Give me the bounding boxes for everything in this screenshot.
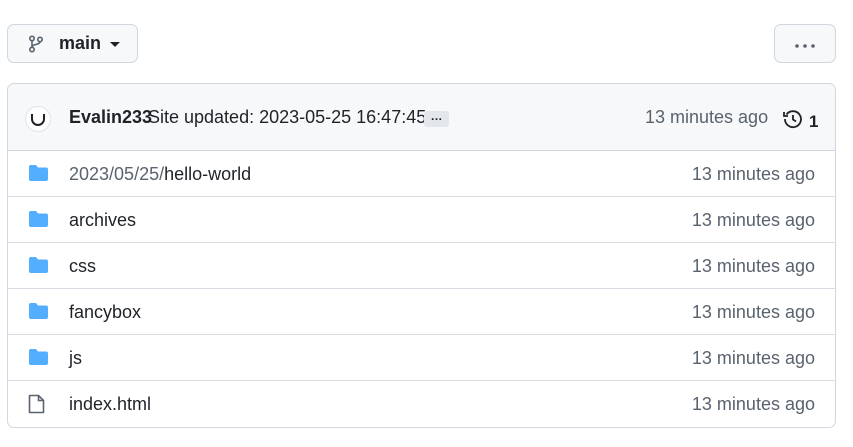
file-name-link[interactable]: 2023/05/25/hello-world (69, 164, 251, 185)
file-commit-time: 13 minutes ago (691, 302, 815, 322)
commit-message[interactable]: Site updated: 2023-05-25 16:47:45 (148, 107, 426, 128)
file-name: index.html (69, 394, 152, 414)
avatar[interactable] (25, 106, 51, 132)
file-row[interactable]: archives 13 minutes ago (8, 197, 835, 243)
commit-history-link[interactable]: 1 (782, 108, 818, 135)
history-icon (782, 108, 804, 135)
expand-commit-message-button[interactable]: … (424, 110, 449, 127)
file-row[interactable]: js 13 minutes ago (8, 335, 835, 381)
file-row[interactable]: index.html 13 minutes ago (8, 381, 835, 427)
file-commit-time: 13 minutes ago (691, 210, 815, 230)
commit-author[interactable]: Evalin233 (69, 107, 152, 128)
folder-icon (28, 210, 49, 230)
file-name-link[interactable]: css (69, 256, 96, 277)
file-name: js (69, 348, 82, 368)
file-name: archives (69, 210, 137, 230)
kebab-horizontal-icon (794, 33, 816, 54)
file-commit-time: 13 minutes ago (691, 164, 815, 184)
file-name: css (69, 256, 96, 276)
file-row[interactable]: css 13 minutes ago (8, 243, 835, 289)
file-row[interactable]: fancybox 13 minutes ago (8, 289, 835, 335)
file-row[interactable]: 2023/05/25/hello-world 13 minutes ago (8, 151, 835, 197)
commit-time: 13 minutes ago (645, 107, 769, 127)
history-count: 1 (809, 111, 819, 131)
file-name-link[interactable]: index.html (69, 394, 151, 415)
file-name-link[interactable]: fancybox (69, 302, 141, 323)
folder-icon (28, 164, 49, 184)
file-icon (28, 394, 49, 414)
file-list: Evalin233 Site updated: 2023-05-25 16:47… (7, 83, 836, 428)
branch-selector-button[interactable]: main (7, 24, 138, 63)
folder-icon (28, 348, 49, 368)
branch-name: main (59, 33, 102, 53)
folder-icon (28, 256, 49, 276)
chevron-down-icon (110, 42, 121, 47)
file-name-link[interactable]: archives (69, 210, 136, 231)
file-commit-time: 13 minutes ago (691, 348, 815, 368)
file-commit-time: 13 minutes ago (691, 256, 815, 276)
file-name-link[interactable]: js (69, 348, 82, 369)
file-name: fancybox (69, 302, 142, 322)
file-name: hello-world (164, 164, 252, 184)
more-options-button[interactable] (774, 24, 836, 63)
latest-commit-bar: Evalin233 Site updated: 2023-05-25 16:47… (8, 84, 835, 151)
folder-icon (28, 302, 49, 322)
file-commit-time: 13 minutes ago (691, 394, 815, 414)
git-branch-icon (28, 34, 48, 54)
file-path-prefix: 2023/05/25/ (69, 164, 165, 184)
